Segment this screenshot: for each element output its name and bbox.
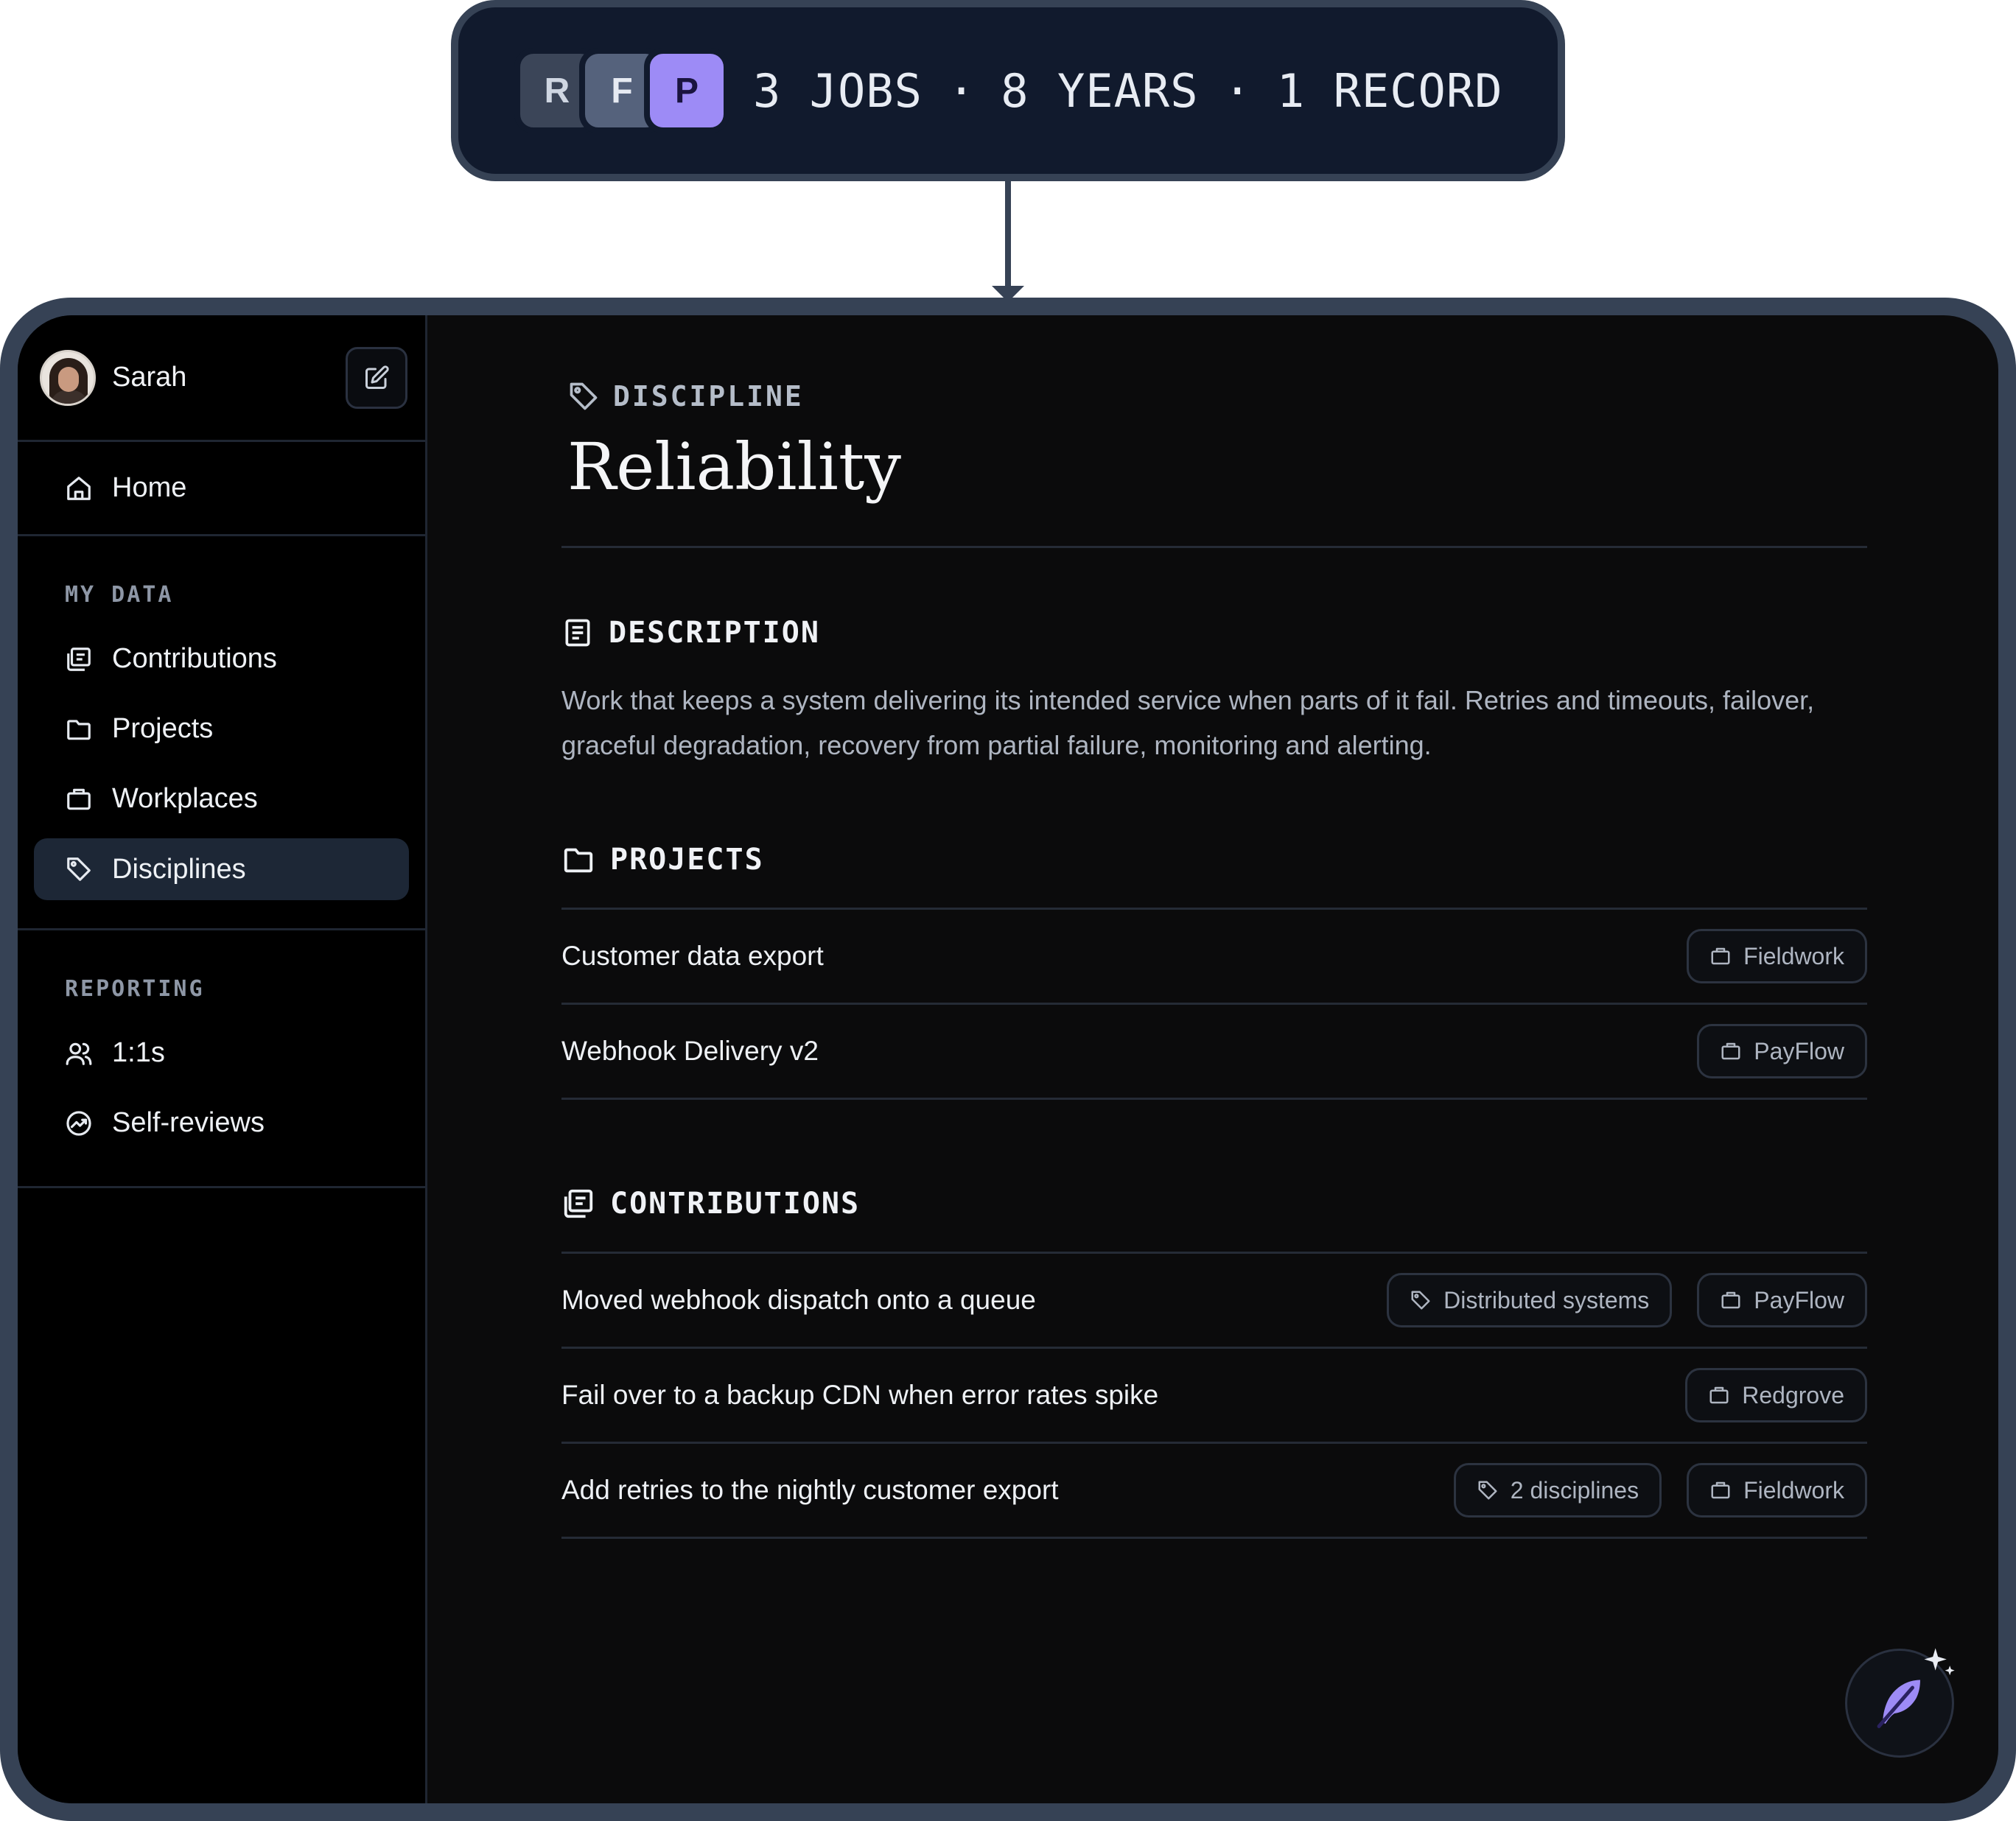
sidebar-section-reporting: REPORTING 1:1s Self-reviews	[18, 930, 425, 1188]
chip-label: Fieldwork	[1743, 1476, 1844, 1504]
home-icon	[67, 476, 91, 500]
assistant-button[interactable]	[1845, 1648, 1955, 1758]
contributions-icon	[564, 1189, 593, 1218]
chip-label: PayFlow	[1754, 1286, 1844, 1313]
stats-summary: 3 JOBS · 8 YEARS · 1 RECORD	[753, 64, 1503, 118]
section-title: REPORTING	[65, 976, 205, 1002]
sidebar-item-label: Self-reviews	[112, 1107, 265, 1138]
edit-icon	[365, 365, 389, 389]
sidebar-item-label: Projects	[112, 713, 214, 744]
chip-label: PayFlow	[1754, 1037, 1844, 1064]
sidebar-item-one-on-ones[interactable]: 1:1s	[34, 1018, 409, 1088]
app-frame: Sarah Home MY DATA Contributions Project…	[0, 298, 2016, 1821]
page-title: Reliability	[567, 429, 901, 505]
contributions-heading: CONTRIBUTIONS	[561, 1187, 1867, 1221]
table-row[interactable]: Webhook Delivery v2 PayFlow	[561, 1005, 1867, 1100]
contributions-list: Moved webhook dispatch onto a queue Dist…	[561, 1252, 1867, 1539]
chip-label: Redgrove	[1742, 1381, 1844, 1408]
user-name[interactable]: Sarah	[112, 362, 346, 393]
trend-circle-icon	[66, 1110, 91, 1136]
section-heading-label: CONTRIBUTIONS	[610, 1187, 861, 1221]
tag-icon	[570, 382, 598, 410]
stat-separator: ·	[1223, 63, 1252, 118]
description-text: Work that keeps a system delivering its …	[561, 685, 1815, 760]
briefcase-icon	[1721, 1042, 1740, 1060]
table-row[interactable]: Customer data export Fieldwork	[561, 910, 1867, 1005]
main-content: DISCIPLINE Reliability DESCRIPTION Work …	[427, 315, 1998, 1803]
sidebar-item-label: Workplaces	[112, 783, 258, 814]
briefcase-icon	[67, 788, 91, 810]
sidebar-item-workplaces[interactable]: Workplaces	[34, 764, 409, 834]
tag-icon	[1411, 1291, 1430, 1310]
contributions-icon	[67, 647, 91, 671]
sidebar-item-self-reviews[interactable]: Self-reviews	[34, 1088, 409, 1158]
avatar[interactable]	[40, 349, 96, 406]
table-row[interactable]: Fail over to a backup CDN when error rat…	[561, 1349, 1867, 1444]
folder-icon	[67, 719, 91, 740]
title-divider	[561, 546, 1867, 548]
sidebar-section-my-data: MY DATA Contributions Projects Workplace…	[18, 536, 425, 930]
sidebar-item-label: Disciplines	[112, 853, 246, 885]
breadcrumb-label: DISCIPLINE	[613, 380, 804, 413]
contribution-title[interactable]: Fail over to a backup CDN when error rat…	[561, 1380, 1685, 1411]
contribution-title[interactable]: Add retries to the nightly customer expo…	[561, 1475, 1454, 1506]
discipline-chip[interactable]: Distributed systems	[1387, 1273, 1673, 1327]
sparkle-icon	[1924, 1648, 1955, 1676]
edit-button[interactable]	[346, 346, 407, 409]
sidebar-item-label: Contributions	[112, 643, 277, 674]
workplace-chip[interactable]: Fieldwork	[1687, 929, 1867, 983]
breadcrumb: DISCIPLINE	[567, 380, 1867, 413]
briefcase-icon	[1721, 1291, 1740, 1309]
section-heading-label: DESCRIPTION	[609, 616, 820, 650]
contribution-title[interactable]: Moved webhook dispatch onto a queue	[561, 1285, 1387, 1316]
stat-years: 8 YEARS	[1001, 63, 1199, 118]
briefcase-icon	[1709, 1386, 1729, 1404]
avatar-p: P	[644, 48, 729, 133]
projects-heading: PROJECTS	[561, 843, 1867, 877]
connector-line	[1005, 181, 1011, 292]
user-row: Sarah	[18, 315, 425, 442]
tag-icon	[1478, 1481, 1497, 1500]
avatar-stack: R F P	[514, 45, 729, 136]
table-row[interactable]: Moved webhook dispatch onto a queue Dist…	[561, 1254, 1867, 1349]
chip-label: Fieldwork	[1743, 942, 1844, 969]
stat-jobs: 3 JOBS	[753, 63, 923, 118]
projects-list: Customer data export Fieldwork Webhook D…	[561, 908, 1867, 1100]
sidebar-item-home[interactable]: Home	[65, 457, 186, 519]
project-title[interactable]: Customer data export	[561, 941, 1687, 972]
stat-separator: ·	[947, 63, 976, 118]
folder-icon	[564, 848, 593, 873]
workplace-chip[interactable]: PayFlow	[1697, 1273, 1867, 1327]
sidebar-empty-area	[18, 1188, 425, 1803]
section-title: MY DATA	[65, 582, 174, 608]
sidebar-item-label: Home	[112, 472, 187, 503]
chip-label: Distributed systems	[1443, 1286, 1650, 1313]
chip-label: 2 disciplines	[1510, 1476, 1639, 1504]
description-heading: DESCRIPTION	[561, 616, 1867, 650]
workplace-chip[interactable]: Fieldwork	[1687, 1463, 1867, 1518]
stats-pill: R F P 3 JOBS · 8 YEARS · 1 RECORD	[451, 0, 1565, 181]
users-icon	[66, 1042, 92, 1065]
briefcase-icon	[1711, 1481, 1730, 1499]
sidebar-item-contributions[interactable]: Contributions	[34, 624, 409, 694]
sidebar-item-projects[interactable]: Projects	[34, 694, 409, 764]
workplace-chip[interactable]: PayFlow	[1697, 1024, 1867, 1078]
stat-record: 1 RECORD	[1276, 63, 1503, 118]
sidebar-item-label: 1:1s	[112, 1037, 165, 1068]
sidebar: Sarah Home MY DATA Contributions Project…	[18, 315, 427, 1803]
sidebar-item-disciplines[interactable]: Disciplines	[34, 838, 409, 900]
discipline-chip[interactable]: 2 disciplines	[1453, 1463, 1662, 1518]
app-window: Sarah Home MY DATA Contributions Project…	[18, 315, 1998, 1803]
project-title[interactable]: Webhook Delivery v2	[561, 1036, 1697, 1067]
section-heading-label: PROJECTS	[610, 843, 764, 877]
document-icon	[565, 619, 590, 647]
tag-icon	[67, 857, 91, 881]
table-row[interactable]: Add retries to the nightly customer expo…	[561, 1444, 1867, 1539]
briefcase-icon	[1711, 947, 1730, 965]
workplace-chip[interactable]: Redgrove	[1685, 1368, 1867, 1422]
nav-home-row: Home	[18, 442, 425, 536]
